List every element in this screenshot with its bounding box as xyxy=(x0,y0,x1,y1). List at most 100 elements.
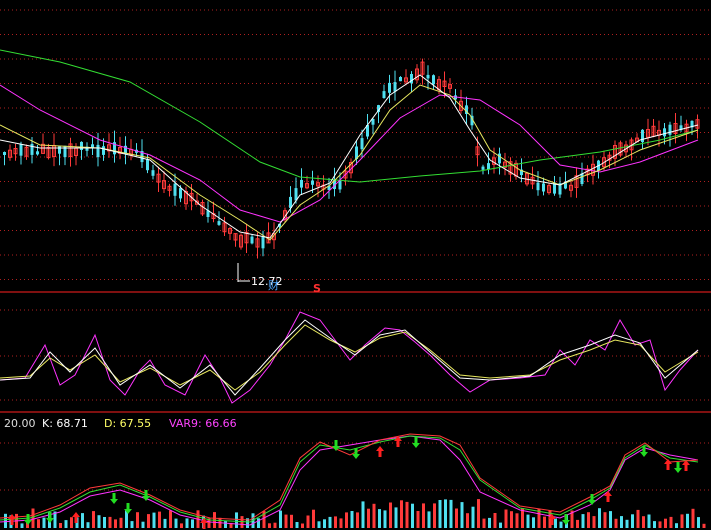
indicator-bar xyxy=(268,523,271,528)
indicator-bar xyxy=(587,512,590,528)
indicator-bar xyxy=(691,508,695,528)
indicator-bar xyxy=(334,516,337,528)
indicator-bar xyxy=(147,514,150,528)
sell-arrow-stem xyxy=(676,462,680,468)
indicator-bar xyxy=(444,499,447,528)
indicator-bar xyxy=(625,519,629,528)
indicator-bar xyxy=(433,503,436,528)
candle-body-down xyxy=(3,152,6,155)
candle-body-down xyxy=(217,221,221,225)
indicator-bar xyxy=(350,511,354,528)
indicator-bar xyxy=(658,521,662,528)
indicator-header: 20.00 K: 68.71 D: 67.55 VAR9: 66.66 xyxy=(4,417,237,430)
indicator-bar xyxy=(86,522,90,528)
indicator-bar xyxy=(306,515,310,528)
indicator-bar xyxy=(103,517,106,528)
indicator-bar xyxy=(460,502,464,528)
indicator-bar xyxy=(576,519,579,528)
sell-arrow-stem xyxy=(144,490,148,496)
indicator-bar xyxy=(174,518,178,528)
sell-arrow-stem xyxy=(334,440,338,446)
sell-arrow-stem xyxy=(414,437,418,443)
indicator-bar xyxy=(312,509,315,528)
indicator-bar xyxy=(356,512,359,528)
candle-body-down xyxy=(393,82,397,92)
indicator-bar xyxy=(323,519,326,528)
indicator-bar xyxy=(378,509,381,528)
indicator-bar xyxy=(328,516,332,528)
candle-body-down xyxy=(426,74,430,79)
indicator-bar xyxy=(361,501,365,528)
candle-body-down xyxy=(151,170,155,176)
candle-body-down xyxy=(481,166,485,170)
indicator-bar xyxy=(20,523,24,528)
indicator-bar xyxy=(400,500,403,528)
indicator-bar xyxy=(427,511,431,528)
indicator-bar xyxy=(559,521,563,528)
indicator-bar xyxy=(290,514,293,528)
indicator-bar xyxy=(449,499,453,528)
candle-body-down xyxy=(102,146,105,155)
indicator-bar xyxy=(119,517,123,528)
candle-body-down xyxy=(80,141,83,150)
indicator-bar xyxy=(273,522,277,528)
indicator-bar xyxy=(141,521,145,528)
sell-arrow-stem xyxy=(48,512,52,518)
candle-body-down xyxy=(36,151,39,155)
indicator-bar xyxy=(152,512,156,528)
d-value: D: 67.55 xyxy=(104,417,151,430)
indicator-bar xyxy=(416,511,420,528)
indicator-bar xyxy=(653,521,656,528)
buy-arrow-stem xyxy=(10,519,14,525)
sell-arrow-stem xyxy=(354,448,358,454)
candle-body-down xyxy=(487,163,490,170)
indicator-bar xyxy=(114,519,117,528)
indicator-bar xyxy=(295,522,299,528)
indicator-bar xyxy=(702,523,706,528)
indicator-bar xyxy=(609,511,612,528)
candle-body-down xyxy=(58,146,61,154)
candle-body-down xyxy=(432,75,435,85)
candle-body-down xyxy=(668,124,672,135)
candle-body-down xyxy=(338,180,342,190)
buy-arrow-stem xyxy=(396,441,400,447)
indicator-bar xyxy=(422,503,425,528)
buy-arrow-stem xyxy=(74,517,78,523)
indicator-bar xyxy=(59,523,62,528)
candle-body-down xyxy=(311,180,314,185)
candle-body-down xyxy=(261,236,265,249)
indicator-bar xyxy=(554,518,557,528)
indicator-bar xyxy=(592,516,596,528)
indicator-bar xyxy=(411,503,414,528)
indicator-bar xyxy=(477,499,480,528)
indicator-bar xyxy=(383,510,387,528)
s-signal-badge[interactable]: S xyxy=(313,282,321,295)
indicator-bar xyxy=(499,522,502,528)
indicator-bar xyxy=(669,516,673,528)
finance-badge[interactable]: 财 xyxy=(268,278,279,292)
candle-body-down xyxy=(173,183,177,196)
indicator-bar xyxy=(97,515,101,528)
indicator-bar xyxy=(136,512,139,528)
indicator-bar xyxy=(620,516,623,528)
indicator-bar xyxy=(488,517,491,528)
indicator-bar xyxy=(466,513,469,528)
indicator-period: 20.00 xyxy=(4,417,36,430)
candle-body-down xyxy=(96,144,100,158)
stock-chart-canvas[interactable]: 12.72 财 S 20.00 K: 68.71 D: 67.55 VAR9: … xyxy=(0,0,711,530)
indicator-bar xyxy=(64,520,68,528)
candle-body-down xyxy=(663,128,666,137)
var9-value: VAR9: 66.66 xyxy=(169,417,237,430)
indicator-bar xyxy=(636,509,640,528)
indicator-bar xyxy=(191,519,194,528)
indicator-bar xyxy=(345,512,348,528)
sell-arrow-stem xyxy=(112,493,116,499)
indicator-bar xyxy=(317,521,321,528)
indicator-bar xyxy=(493,513,497,528)
candle-body-down xyxy=(388,82,391,93)
buy-arrow-stem xyxy=(550,519,554,525)
candle-body-down xyxy=(641,129,644,143)
indicator-bar xyxy=(339,518,343,528)
indicator-bar xyxy=(185,518,189,528)
indicator-bar xyxy=(279,510,282,528)
